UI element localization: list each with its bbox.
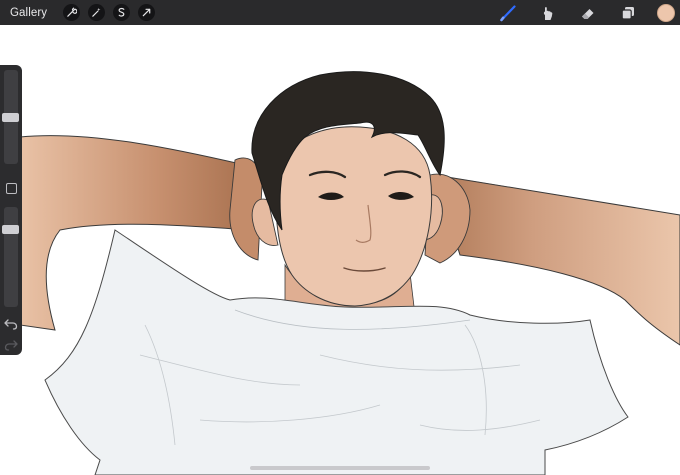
eraser-icon [582,8,594,19]
home-indicator [250,466,430,470]
brush-size-thumb[interactable] [2,113,19,122]
adjustments-button[interactable] [88,4,106,21]
opacity-slider[interactable] [2,207,19,307]
face-shape [275,126,433,307]
undo-icon [4,319,18,330]
selection-icon [118,7,125,17]
layers-button[interactable] [617,2,639,24]
transform-arrow-icon [142,8,151,17]
wrench-icon [67,7,78,17]
redo-icon [4,340,18,351]
smudge-tool[interactable] [537,2,559,24]
brush-tool[interactable] [497,2,519,24]
smudge-icon [543,6,553,20]
selection-button[interactable] [113,4,131,21]
brush-icon [500,4,516,21]
layers-icon [621,6,634,20]
right-toolset [497,0,680,25]
transform-button[interactable] [138,4,156,21]
redo-button[interactable] [3,338,19,352]
left-sidebar [0,65,22,355]
undo-button[interactable] [3,317,19,331]
artwork-illustration [19,71,680,475]
top-toolbar: Gallery [0,0,680,25]
magic-wand-icon [92,7,101,17]
color-picker-swatch[interactable] [657,3,675,22]
brush-size-slider[interactable] [2,70,19,164]
drawing-canvas[interactable] [0,25,680,475]
actions-button[interactable] [63,4,81,21]
modify-square-icon[interactable] [6,183,17,194]
gallery-button[interactable]: Gallery [10,7,47,19]
eraser-tool[interactable] [577,2,599,24]
opacity-thumb[interactable] [2,225,19,234]
